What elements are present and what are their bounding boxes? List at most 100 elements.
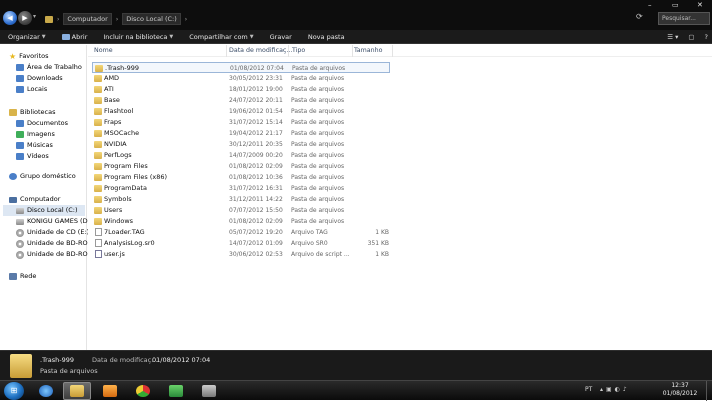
column-name[interactable]: Nome bbox=[94, 47, 113, 54]
file-row[interactable]: Base 24/07/2012 20:11 Pasta de arquivos bbox=[88, 95, 712, 106]
include-library-button[interactable]: Incluir na biblioteca ▼ bbox=[95, 33, 181, 41]
maximize-icon[interactable]: ▭ bbox=[672, 1, 679, 9]
file-row[interactable]: Symbols 31/12/2011 14:22 Pasta de arquivos bbox=[88, 194, 712, 205]
file-row[interactable]: PerfLogs 14/07/2009 00:20 Pasta de arquivo… bbox=[88, 150, 712, 161]
nav-label: KONIGU GAMES (D:) bbox=[27, 217, 93, 225]
new-folder-button[interactable]: Nova pasta bbox=[300, 33, 353, 41]
nav-downloads[interactable]: Downloads bbox=[16, 73, 63, 84]
file-row[interactable]: ATI 18/01/2012 19:00 Pasta de arquivos bbox=[88, 84, 712, 95]
nav-drive-e[interactable]: Unidade de CD (E:) bbox=[16, 227, 89, 238]
show-desktop-button[interactable] bbox=[706, 381, 712, 401]
file-type: Arquivo SR0 bbox=[291, 240, 328, 247]
taskbar-media-player[interactable] bbox=[96, 382, 124, 400]
nav-favorites[interactable]: ★ Favoritos bbox=[9, 51, 49, 62]
nav-libraries[interactable]: Bibliotecas bbox=[9, 107, 55, 118]
drive-icon bbox=[16, 207, 24, 214]
nav-drive-d[interactable]: KONIGU GAMES (D:) bbox=[16, 216, 92, 227]
include-library-label: Incluir na biblioteca bbox=[103, 32, 168, 41]
file-row[interactable]: AnalysisLog.sr0 14/07/2012 01:09 Arquivo S… bbox=[88, 238, 712, 249]
nav-videos[interactable]: Vídeos bbox=[16, 151, 49, 162]
taskbar-explorer[interactable] bbox=[63, 382, 91, 400]
file-row[interactable]: AMD 30/05/2012 23:31 Pasta de arquivos bbox=[88, 73, 712, 84]
burn-button[interactable]: Gravar bbox=[262, 33, 300, 41]
breadcrumb-local-disk[interactable]: Disco Local (C:) bbox=[122, 13, 181, 25]
file-row[interactable]: Flashtool 19/06/2012 01:54 Pasta de arquiv… bbox=[88, 106, 712, 117]
bd-drive-icon bbox=[16, 239, 24, 248]
file-row[interactable]: ProgramData 31/07/2012 16:31 Pasta de arqu… bbox=[88, 183, 712, 194]
breadcrumb-computer[interactable]: Computador bbox=[63, 13, 112, 25]
file-row[interactable]: Program Files 01/08/2012 02:09 Pasta de ar… bbox=[88, 161, 712, 172]
language-indicator[interactable]: PT bbox=[585, 386, 592, 393]
nav-places[interactable]: Locais bbox=[16, 84, 47, 95]
close-icon[interactable]: ✕ bbox=[697, 1, 703, 9]
column-date[interactable]: Data de modificaç... bbox=[229, 47, 292, 54]
clock[interactable]: 12:37 01/08/2012 bbox=[650, 382, 710, 398]
taskbar-messenger[interactable] bbox=[162, 382, 190, 400]
folder-icon bbox=[94, 218, 102, 225]
taskbar-ie[interactable] bbox=[32, 382, 60, 400]
column-divider[interactable] bbox=[392, 45, 393, 57]
nav-label: Locais bbox=[27, 85, 48, 93]
breadcrumb[interactable]: › Computador › Disco Local (C:) › bbox=[45, 12, 600, 26]
taskbar-chrome[interactable] bbox=[129, 382, 157, 400]
nav-network[interactable]: Rede bbox=[9, 271, 36, 282]
file-row[interactable]: Program Files (x86) 01/08/2012 10:36 Pasta… bbox=[88, 172, 712, 183]
nav-documents[interactable]: Documentos bbox=[16, 118, 68, 129]
nav-pictures[interactable]: Imagens bbox=[16, 129, 55, 140]
file-type: Pasta de arquivos bbox=[291, 207, 345, 214]
file-row[interactable]: Fraps 31/07/2012 15:14 Pasta de arquivos bbox=[88, 117, 712, 128]
file-size: 1 KB bbox=[375, 229, 389, 236]
file-type: Pasta de arquivos bbox=[291, 141, 345, 148]
file-row[interactable]: .Trash-999 01/08/2012 07:04 Pasta de arqui… bbox=[92, 62, 390, 73]
help-icon[interactable]: ? bbox=[705, 33, 708, 41]
nav-homegroup[interactable]: Grupo doméstico bbox=[9, 171, 76, 182]
back-button[interactable]: ◀ bbox=[3, 11, 17, 25]
caret-down-icon: ▼ bbox=[169, 33, 174, 40]
file-name: Program Files bbox=[104, 162, 148, 170]
file-row[interactable]: 7Loader.TAG 05/07/2012 19:20 Arquivo TAG 1 … bbox=[88, 227, 712, 238]
search-input[interactable]: Pesquisar... bbox=[658, 12, 710, 25]
column-size[interactable]: Tamanho bbox=[354, 47, 383, 54]
share-button[interactable]: Compartilhar com ▼ bbox=[181, 33, 261, 41]
file-row[interactable]: user.js 30/06/2012 02:53 Arquivo de script… bbox=[88, 249, 712, 260]
file-date: 07/07/2012 15:50 bbox=[229, 207, 283, 214]
taskbar-app[interactable] bbox=[195, 382, 223, 400]
forward-button[interactable]: ▶ bbox=[18, 11, 32, 25]
clock-date: 01/08/2012 bbox=[662, 390, 698, 397]
minimize-icon[interactable]: – bbox=[648, 1, 652, 9]
file-row[interactable]: Users 07/07/2012 15:50 Pasta de arquivos bbox=[88, 205, 712, 216]
view-options-icon[interactable]: ☰ ▾ bbox=[667, 33, 678, 41]
column-divider[interactable] bbox=[288, 45, 289, 57]
nav-bd-drive-2[interactable]: Unidade de BD-ROM bbox=[16, 249, 93, 260]
nav-bd-drive-1[interactable]: Unidade de BD-ROM bbox=[16, 238, 93, 249]
internet-explorer-icon bbox=[39, 385, 53, 397]
folder-icon bbox=[94, 75, 102, 82]
start-button[interactable]: ⊞ bbox=[4, 382, 24, 400]
column-divider[interactable] bbox=[226, 45, 227, 57]
file-row[interactable]: NVIDIA 30/12/2011 20:35 Pasta de arquivos bbox=[88, 139, 712, 150]
videos-icon bbox=[16, 153, 24, 160]
organize-button[interactable]: Organizar ▼ bbox=[0, 33, 54, 41]
file-row[interactable]: MSOCache 19/04/2012 21:17 Pasta de arquivo… bbox=[88, 128, 712, 139]
column-type[interactable]: Tipo bbox=[292, 47, 305, 54]
tray-icons[interactable]: ▴▣◐♪ bbox=[600, 386, 630, 393]
preview-pane-icon[interactable]: ▢ bbox=[688, 33, 694, 41]
nav-label: Disco Local (C:) bbox=[27, 206, 78, 214]
caret-down-icon: ▼ bbox=[249, 33, 254, 40]
file-row[interactable]: Windows 01/08/2012 02:09 Pasta de arquivos bbox=[88, 216, 712, 227]
nav-music[interactable]: Músicas bbox=[16, 140, 53, 151]
file-name: Symbols bbox=[104, 195, 132, 203]
music-icon bbox=[16, 142, 24, 149]
refresh-icon[interactable]: ⟳ bbox=[636, 12, 643, 21]
nav-drive-c[interactable]: Disco Local (C:) bbox=[3, 205, 85, 216]
nav-label: Músicas bbox=[27, 141, 53, 149]
nav-desktop[interactable]: Área de Trabalho bbox=[16, 62, 82, 73]
nav-computer[interactable]: Computador bbox=[9, 194, 60, 205]
recent-pages-chevron-icon[interactable]: ▾ bbox=[33, 13, 36, 20]
file-name: MSOCache bbox=[104, 129, 140, 137]
file-date: 01/08/2012 02:09 bbox=[229, 163, 283, 170]
open-button[interactable]: Abrir bbox=[54, 33, 96, 41]
file-type: Pasta de arquivos bbox=[291, 75, 345, 82]
cd-drive-icon bbox=[16, 228, 24, 237]
column-divider[interactable] bbox=[352, 45, 353, 57]
